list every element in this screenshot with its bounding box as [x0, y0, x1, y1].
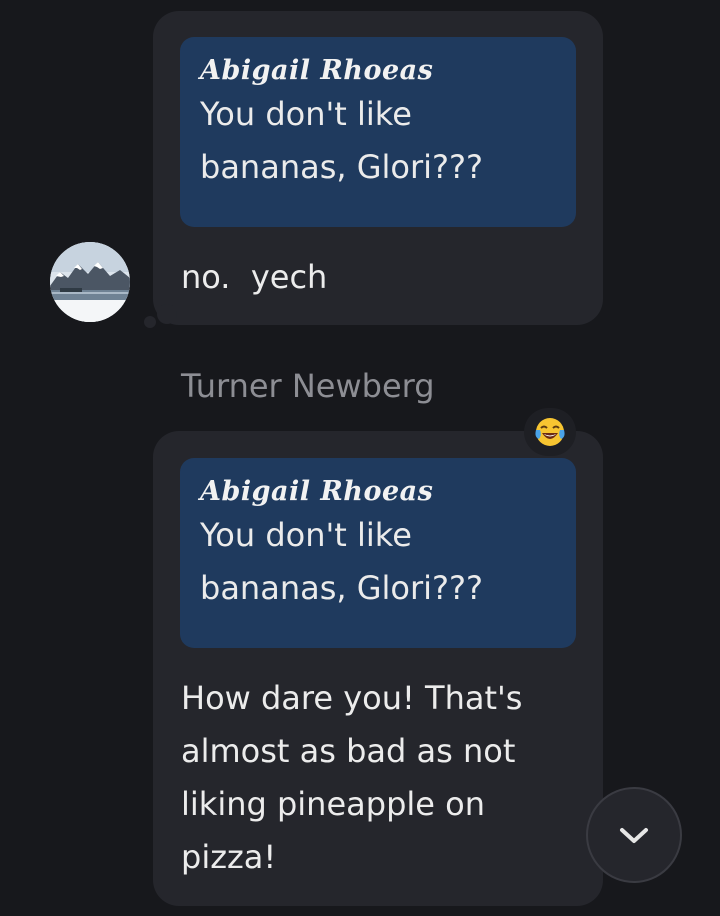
bubble-tail — [157, 304, 177, 324]
quoted-author: Abigail Rhoeas — [200, 476, 434, 507]
message-bubble[interactable]: Abigail Rhoeas You don't like bananas, G… — [153, 11, 603, 325]
avatar[interactable] — [50, 242, 130, 322]
message-text-line: liking pineapple on — [181, 785, 485, 823]
scroll-to-bottom-button[interactable] — [586, 787, 682, 883]
mountain-lake-avatar-icon — [50, 242, 130, 322]
message-text: no. yech — [181, 251, 327, 304]
bubble-tail — [144, 316, 156, 328]
quoted-text: You don't like bananas, Glori??? — [200, 88, 556, 194]
sender-name: Turner Newberg — [181, 367, 435, 405]
chat-view: Abigail Rhoeas You don't like bananas, G… — [0, 0, 720, 916]
face-with-tears-of-joy-icon — [535, 418, 565, 446]
quoted-text-line: bananas, Glori??? — [200, 148, 483, 186]
quoted-author: Abigail Rhoeas — [200, 55, 434, 86]
chevron-down-icon — [620, 828, 648, 843]
message-bubble[interactable]: Abigail Rhoeas You don't like bananas, G… — [153, 431, 603, 906]
reaction-badge[interactable] — [524, 408, 576, 456]
message-text-line: no. yech — [181, 258, 328, 296]
quoted-message[interactable]: Abigail Rhoeas You don't like bananas, G… — [180, 458, 576, 648]
message-text-line: pizza! — [181, 838, 277, 876]
quoted-text-line: You don't like — [200, 516, 412, 554]
quoted-text: You don't like bananas, Glori??? — [200, 509, 556, 615]
quoted-text-line: You don't like — [200, 95, 412, 133]
message-text-line: How dare you! That's — [181, 679, 523, 717]
quoted-message[interactable]: Abigail Rhoeas You don't like bananas, G… — [180, 37, 576, 227]
quoted-text-line: bananas, Glori??? — [200, 569, 483, 607]
message-text: How dare you! That's almost as bad as no… — [181, 672, 581, 884]
message-text-line: almost as bad as not — [181, 732, 516, 770]
